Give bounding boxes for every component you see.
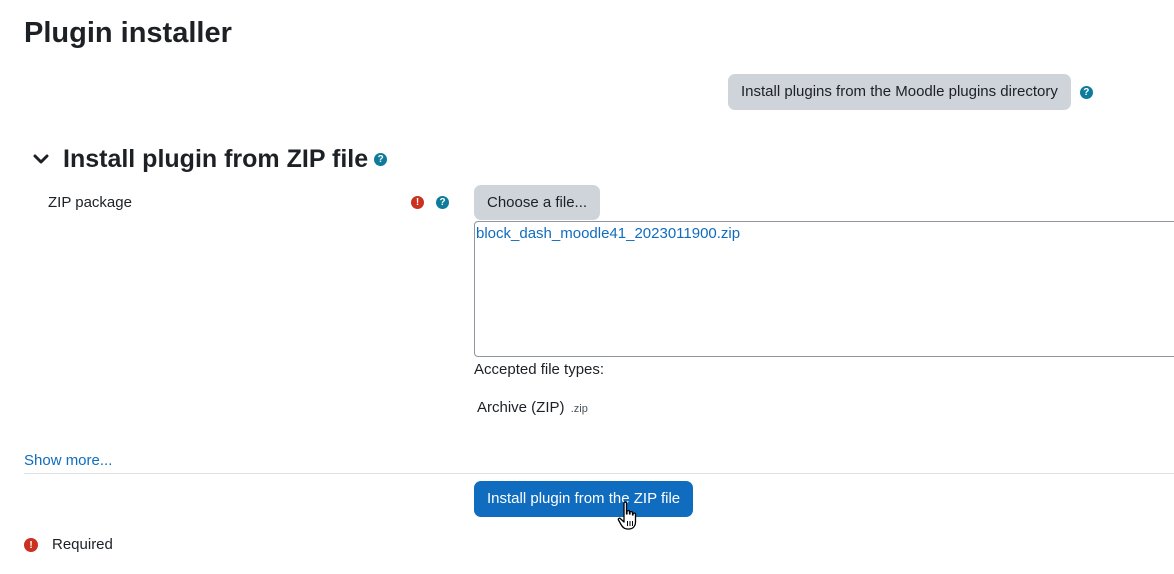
zip-section-header[interactable]: Install plugin from ZIP file ?	[30, 142, 388, 176]
exclamation-circle-icon: !	[24, 538, 38, 552]
hand-pointer-icon	[617, 501, 637, 530]
section-title: Install plugin from ZIP file	[63, 145, 369, 173]
accepted-type-ext: .zip	[570, 403, 588, 415]
required-text: Required	[52, 536, 113, 553]
page-title: Plugin installer	[24, 17, 232, 49]
divider	[24, 473, 1174, 474]
install-from-directory-button[interactable]: Install plugins from the Moodle plugins …	[728, 74, 1071, 110]
install-zip-button[interactable]: Install plugin from the ZIP file	[474, 481, 694, 517]
chevron-down-icon[interactable]	[30, 148, 52, 170]
exclamation-circle-icon: !	[411, 196, 424, 209]
show-more-link[interactable]: Show more...	[24, 452, 112, 470]
accepted-types-label: Accepted file types:	[474, 361, 605, 378]
question-circle-icon[interactable]: ?	[1079, 85, 1093, 99]
zip-package-label: ZIP package	[48, 194, 132, 211]
accepted-type-item: Archive (ZIP) .zip	[477, 399, 588, 418]
plugin-installer-page: Plugin installer Install plugins from th…	[0, 0, 1174, 574]
plugins-directory-row: Install plugins from the Moodle plugins …	[728, 74, 1093, 110]
required-note: ! Required	[24, 536, 113, 554]
question-circle-icon[interactable]: ?	[374, 152, 388, 166]
choose-file-button[interactable]: Choose a file...	[474, 185, 601, 220]
field-icons: ! ?	[411, 196, 449, 209]
file-dropzone[interactable]: block_dash_moodle41_2023011900.zip	[474, 221, 1174, 357]
question-circle-icon[interactable]: ?	[436, 196, 449, 209]
accepted-type-name: Archive (ZIP)	[477, 399, 565, 416]
selected-file-link[interactable]: block_dash_moodle41_2023011900.zip	[476, 225, 740, 242]
